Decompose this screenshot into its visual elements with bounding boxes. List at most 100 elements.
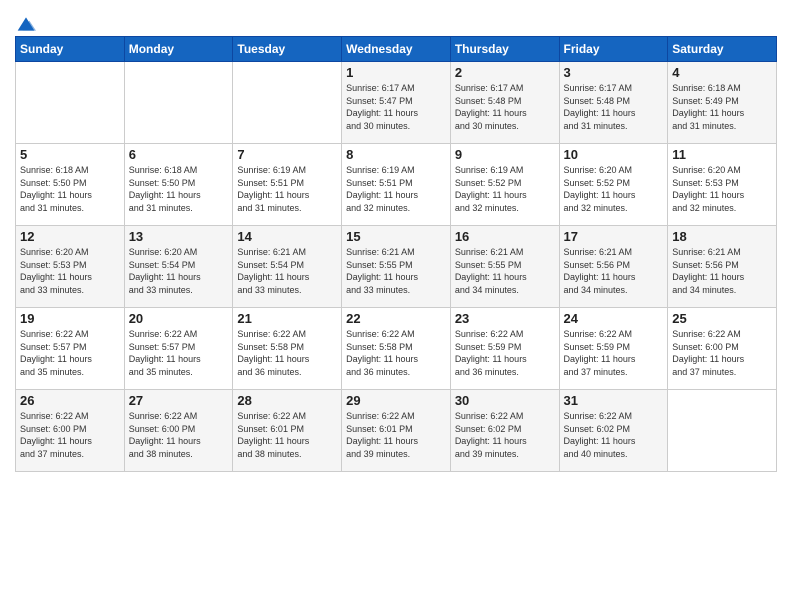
day-number: 1 [346,65,446,80]
day-number: 16 [455,229,555,244]
day-cell: 10 Sunrise: 6:20 AM Sunset: 5:52 PM Dayli… [559,144,668,226]
calendar-body: 1 Sunrise: 6:17 AM Sunset: 5:47 PM Daylig… [16,62,777,472]
day-number: 25 [672,311,772,326]
day-number: 27 [129,393,229,408]
day-info: Sunrise: 6:21 AM Sunset: 5:55 PM Dayligh… [455,246,555,296]
day-cell: 21 Sunrise: 6:22 AM Sunset: 5:58 PM Dayli… [233,308,342,390]
day-cell: 15 Sunrise: 6:21 AM Sunset: 5:55 PM Dayli… [342,226,451,308]
header-cell-sunday: Sunday [16,37,125,62]
day-number: 20 [129,311,229,326]
calendar-table: SundayMondayTuesdayWednesdayThursdayFrid… [15,36,777,472]
day-cell: 7 Sunrise: 6:19 AM Sunset: 5:51 PM Daylig… [233,144,342,226]
day-number: 24 [564,311,664,326]
day-info: Sunrise: 6:22 AM Sunset: 6:01 PM Dayligh… [237,410,337,460]
day-number: 11 [672,147,772,162]
day-cell: 20 Sunrise: 6:22 AM Sunset: 5:57 PM Dayli… [124,308,233,390]
day-number: 29 [346,393,446,408]
day-cell: 6Sunrise: 6:18 AM Sunset: 5:50 PM Daylig… [124,144,233,226]
day-number: 14 [237,229,337,244]
day-number: 10 [564,147,664,162]
header-cell-monday: Monday [124,37,233,62]
day-cell: 27 Sunrise: 6:22 AM Sunset: 6:00 PM Dayli… [124,390,233,472]
day-number: 30 [455,393,555,408]
day-number: 5 [20,147,120,162]
day-cell: 25Sunrise: 6:22 AM Sunset: 6:00 PM Dayli… [668,308,777,390]
day-cell: 4Sunrise: 6:18 AM Sunset: 5:49 PM Daylig… [668,62,777,144]
day-number: 6 [129,147,229,162]
page-container: SundayMondayTuesdayWednesdayThursdayFrid… [0,0,792,482]
day-number: 19 [20,311,120,326]
day-number: 7 [237,147,337,162]
header-cell-tuesday: Tuesday [233,37,342,62]
day-number: 9 [455,147,555,162]
day-info: Sunrise: 6:22 AM Sunset: 6:00 PM Dayligh… [20,410,120,460]
day-info: Sunrise: 6:22 AM Sunset: 5:57 PM Dayligh… [20,328,120,378]
day-info: Sunrise: 6:20 AM Sunset: 5:52 PM Dayligh… [564,164,664,214]
day-info: Sunrise: 6:17 AM Sunset: 5:48 PM Dayligh… [564,82,664,132]
header-cell-wednesday: Wednesday [342,37,451,62]
day-info: Sunrise: 6:17 AM Sunset: 5:48 PM Dayligh… [455,82,555,132]
day-info: Sunrise: 6:22 AM Sunset: 5:59 PM Dayligh… [564,328,664,378]
day-cell [233,62,342,144]
calendar-header: SundayMondayTuesdayWednesdayThursdayFrid… [16,37,777,62]
day-cell: 9 Sunrise: 6:19 AM Sunset: 5:52 PM Daylig… [450,144,559,226]
header-cell-friday: Friday [559,37,668,62]
day-info: Sunrise: 6:20 AM Sunset: 5:53 PM Dayligh… [20,246,120,296]
day-number: 23 [455,311,555,326]
day-cell: 1 Sunrise: 6:17 AM Sunset: 5:47 PM Daylig… [342,62,451,144]
day-cell: 11 Sunrise: 6:20 AM Sunset: 5:53 PM Dayli… [668,144,777,226]
day-number: 22 [346,311,446,326]
day-number: 15 [346,229,446,244]
header [15,10,777,28]
week-row-4: 19 Sunrise: 6:22 AM Sunset: 5:57 PM Dayli… [16,308,777,390]
day-info: Sunrise: 6:22 AM Sunset: 6:02 PM Dayligh… [455,410,555,460]
week-row-1: 1 Sunrise: 6:17 AM Sunset: 5:47 PM Daylig… [16,62,777,144]
header-row: SundayMondayTuesdayWednesdayThursdayFrid… [16,37,777,62]
day-info: Sunrise: 6:20 AM Sunset: 5:53 PM Dayligh… [672,164,772,214]
day-info: Sunrise: 6:19 AM Sunset: 5:52 PM Dayligh… [455,164,555,214]
logo-icon [16,14,36,34]
day-cell: 8Sunrise: 6:19 AM Sunset: 5:51 PM Daylig… [342,144,451,226]
day-cell: 19 Sunrise: 6:22 AM Sunset: 5:57 PM Dayli… [16,308,125,390]
day-info: Sunrise: 6:21 AM Sunset: 5:56 PM Dayligh… [672,246,772,296]
day-number: 31 [564,393,664,408]
logo [15,14,36,28]
day-cell: 2 Sunrise: 6:17 AM Sunset: 5:48 PM Daylig… [450,62,559,144]
day-cell: 12 Sunrise: 6:20 AM Sunset: 5:53 PM Dayli… [16,226,125,308]
day-number: 28 [237,393,337,408]
day-info: Sunrise: 6:20 AM Sunset: 5:54 PM Dayligh… [129,246,229,296]
day-info: Sunrise: 6:22 AM Sunset: 5:59 PM Dayligh… [455,328,555,378]
day-cell: 18 Sunrise: 6:21 AM Sunset: 5:56 PM Dayli… [668,226,777,308]
week-row-2: 5 Sunrise: 6:18 AM Sunset: 5:50 PM Daylig… [16,144,777,226]
day-number: 26 [20,393,120,408]
day-info: Sunrise: 6:21 AM Sunset: 5:55 PM Dayligh… [346,246,446,296]
day-cell: 17Sunrise: 6:21 AM Sunset: 5:56 PM Dayli… [559,226,668,308]
header-cell-thursday: Thursday [450,37,559,62]
day-cell: 28 Sunrise: 6:22 AM Sunset: 6:01 PM Dayli… [233,390,342,472]
day-info: Sunrise: 6:22 AM Sunset: 5:58 PM Dayligh… [237,328,337,378]
day-number: 2 [455,65,555,80]
day-info: Sunrise: 6:22 AM Sunset: 6:00 PM Dayligh… [129,410,229,460]
day-number: 12 [20,229,120,244]
day-info: Sunrise: 6:17 AM Sunset: 5:47 PM Dayligh… [346,82,446,132]
day-info: Sunrise: 6:22 AM Sunset: 6:01 PM Dayligh… [346,410,446,460]
day-info: Sunrise: 6:19 AM Sunset: 5:51 PM Dayligh… [237,164,337,214]
day-number: 18 [672,229,772,244]
day-info: Sunrise: 6:22 AM Sunset: 5:57 PM Dayligh… [129,328,229,378]
day-cell: 26 Sunrise: 6:22 AM Sunset: 6:00 PM Dayli… [16,390,125,472]
day-number: 21 [237,311,337,326]
day-number: 4 [672,65,772,80]
header-cell-saturday: Saturday [668,37,777,62]
day-cell: 23 Sunrise: 6:22 AM Sunset: 5:59 PM Dayli… [450,308,559,390]
day-cell [668,390,777,472]
day-number: 13 [129,229,229,244]
day-info: Sunrise: 6:21 AM Sunset: 5:54 PM Dayligh… [237,246,337,296]
day-cell: 30 Sunrise: 6:22 AM Sunset: 6:02 PM Dayli… [450,390,559,472]
week-row-3: 12 Sunrise: 6:20 AM Sunset: 5:53 PM Dayli… [16,226,777,308]
day-cell: 31Sunrise: 6:22 AM Sunset: 6:02 PM Dayli… [559,390,668,472]
week-row-5: 26 Sunrise: 6:22 AM Sunset: 6:00 PM Dayli… [16,390,777,472]
day-info: Sunrise: 6:22 AM Sunset: 5:58 PM Dayligh… [346,328,446,378]
day-cell: 14 Sunrise: 6:21 AM Sunset: 5:54 PM Dayli… [233,226,342,308]
day-cell [16,62,125,144]
day-info: Sunrise: 6:18 AM Sunset: 5:50 PM Dayligh… [20,164,120,214]
